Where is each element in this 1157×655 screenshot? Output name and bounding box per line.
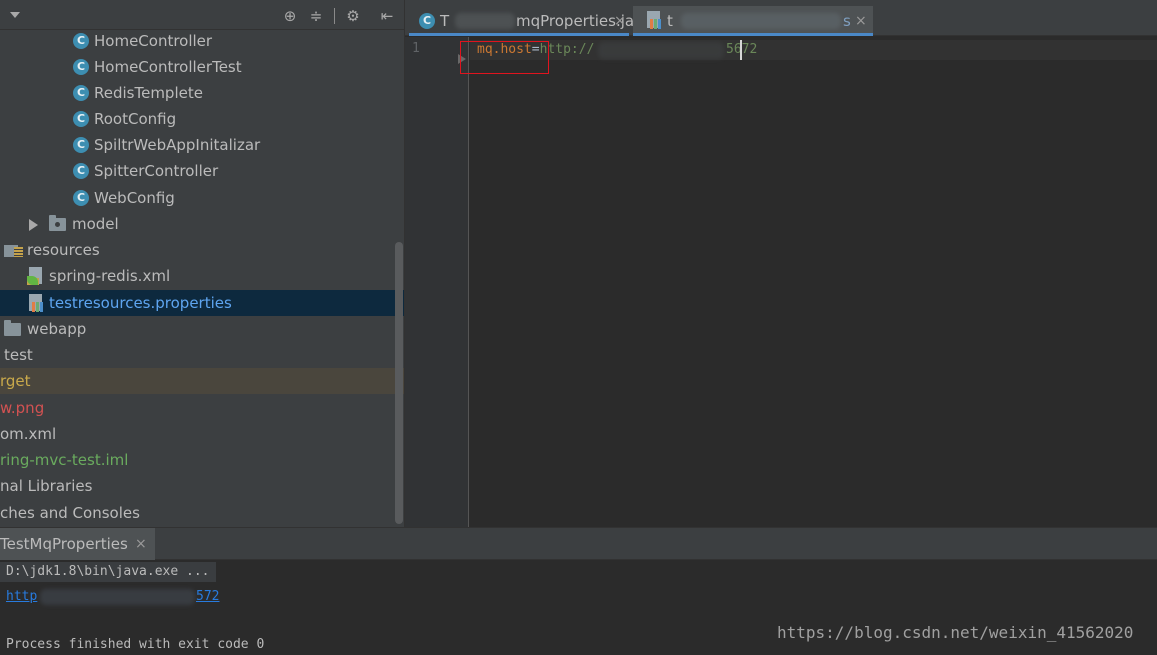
tree-item-label: model [72,215,119,233]
class-icon: C [73,111,89,127]
annotation-highlight-box [460,41,549,74]
tree-item-external-libraries[interactable]: nal Libraries [0,473,404,499]
properties-file-icon [27,294,45,313]
project-panel: ⊕ ≑ ⚙ ⇤ C HomeController C HomeControlle… [0,0,405,527]
tab-testmqproperties-java[interactable]: C T mqProperties.java × [409,6,652,36]
tree-item-iml[interactable]: ring-mvc-test.iml [0,447,404,473]
hide-icon[interactable]: ⇤ [378,7,396,25]
redacted-text [681,13,841,29]
tree-item-scratches-and-consoles[interactable]: ches and Consoles [0,500,404,526]
tree-item-homecontrollertest[interactable]: C HomeControllerTest [0,54,404,80]
gear-icon[interactable]: ⚙ [344,7,362,25]
tab-run-testmqproperties[interactable]: TestMqProperties × [0,528,155,561]
console-url-port[interactable]: 572 [196,588,219,606]
tab-label-prefix: T [440,12,450,30]
editor-gutter [405,37,469,527]
project-scrollbar[interactable] [395,242,403,524]
tree-item-label: SpiltrWebAppInitalizar [94,136,261,154]
tree-item-label: resources [27,241,100,259]
resources-folder-icon [4,242,24,258]
tree-item-redistemplete[interactable]: C RedisTemplete [0,80,404,106]
tab-testresources-properties[interactable]: t s × [633,6,873,36]
class-icon: C [73,163,89,179]
tree-item-label: RedisTemplete [94,84,203,102]
run-tab-label: TestMqProperties [0,535,128,553]
tree-item-spring-redis-xml[interactable]: spring-redis.xml [0,263,404,289]
project-toolbar: ⊕ ≑ ⚙ ⇤ [0,0,404,30]
tree-item-spiltrwebappinitalizar[interactable]: C SpiltrWebAppInitalizar [0,132,404,158]
tab-label-prefix: t [667,12,673,30]
properties-file-icon [645,11,663,30]
tree-item-label: HomeControllerTest [94,58,242,76]
tree-item-homecontroller[interactable]: C HomeController [0,28,404,54]
tree-item-target[interactable]: rget [0,368,404,394]
tab-label-suffix: s [843,12,851,30]
watermark: https://blog.csdn.net/weixin_41562020 [777,623,1134,642]
folder-icon [4,320,21,336]
tree-item-rootconfig[interactable]: C RootConfig [0,106,404,132]
tree-item-label: rget [0,372,31,390]
class-icon: C [73,59,89,75]
close-icon[interactable]: × [614,6,626,36]
redacted-text [455,13,515,29]
class-icon: C [73,190,89,206]
class-icon: C [73,33,89,49]
run-panel-header: TestMqProperties × [0,527,1157,561]
tree-item-label: webapp [27,320,87,338]
tree-item-spittercontroller[interactable]: C SpitterController [0,158,404,184]
class-icon: C [73,85,89,101]
package-folder-icon [49,215,66,231]
toolbar-divider [334,8,335,24]
close-icon[interactable]: × [135,528,147,561]
class-icon: C [419,13,435,29]
tree-item-label: HomeController [94,32,213,50]
spring-xml-icon [27,267,45,286]
tree-item-label: RootConfig [94,110,177,128]
tree-item-label: om.xml [0,425,57,443]
code-editor[interactable] [470,37,1157,527]
close-icon[interactable]: × [855,6,867,36]
tree-item-webconfig[interactable]: C WebConfig [0,185,404,211]
tree-item-label: ring-mvc-test.iml [0,451,129,469]
tree-item-resources[interactable]: resources [0,237,404,263]
collapse-icon[interactable]: ≑ [307,7,325,25]
expand-arrow-icon[interactable] [29,219,38,231]
redacted-text [598,42,724,59]
console-command[interactable]: D:\jdk1.8\bin\java.exe ... [0,562,216,582]
tree-item-label: spring-redis.xml [49,267,171,285]
tree-item-label: w.png [0,399,45,417]
tree-item-label: test [4,346,33,364]
console-exit-message: Process finished with exit code 0 [6,637,265,652]
tree-item-png[interactable]: w.png [0,395,404,421]
view-dropdown-icon[interactable] [10,12,20,18]
tree-item-label: testresources.properties [49,294,232,312]
tree-item-pom-xml[interactable]: om.xml [0,421,404,447]
tree-item-label: nal Libraries [0,477,93,495]
locate-icon[interactable]: ⊕ [281,7,299,25]
tree-item-label: WebConfig [94,189,175,207]
tab-label-suffix: mqProperties.java [516,12,653,30]
tree-item-label: ches and Consoles [0,504,140,522]
text-caret [740,40,742,60]
console-url-link[interactable]: http [6,588,37,606]
tree-item-label: SpitterController [94,162,219,180]
line-number: 1 [412,41,420,56]
editor-tab-bar: C T mqProperties.java × t s × [405,0,1157,36]
tree-item-webapp[interactable]: webapp [0,316,404,342]
tree-item-model[interactable]: model [0,211,404,237]
tree-item-testresources-properties[interactable]: testresources.properties [0,290,404,316]
redacted-text [40,589,195,605]
tree-item-test[interactable]: test [0,342,404,368]
class-icon: C [73,137,89,153]
